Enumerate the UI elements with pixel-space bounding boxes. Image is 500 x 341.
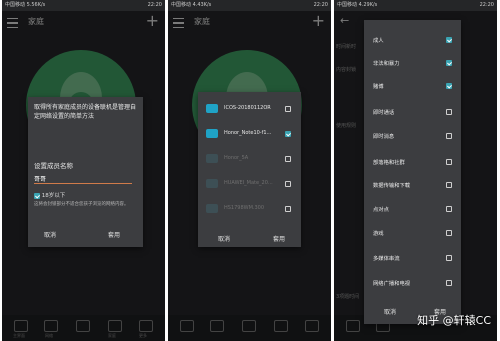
category-row[interactable]: 点对点 — [373, 203, 457, 215]
category-name: 网络广播和电视 — [373, 281, 411, 287]
device-name: HUAWEI_Mate_20... — [224, 180, 273, 186]
cancel-button[interactable]: 取消 — [44, 230, 56, 239]
status-carrier: 中国移动 5.56K/s — [5, 2, 46, 8]
screen-select-devices: 中国移动 4.43K/s 22:20 家庭 + ICOS-20180112OR … — [168, 0, 331, 341]
category-row[interactable]: 部落格和社群 — [373, 156, 457, 168]
category-name: 赌博 — [373, 84, 384, 90]
category-name: 点对点 — [373, 207, 389, 213]
status-time: 22:20 — [479, 2, 494, 8]
category-row[interactable]: 即时通话 — [373, 106, 457, 118]
name-label: 设置成员名称 — [34, 162, 73, 170]
cancel-button[interactable]: 取消 — [218, 234, 230, 243]
status-bar: 中国移动 4.29K/s 22:20 — [334, 0, 497, 11]
device-icon — [206, 179, 218, 188]
category-name: 部落格和社群 — [373, 160, 405, 166]
category-row[interactable]: 即时消息 — [373, 130, 457, 142]
category-name: 数据传输和下载 — [373, 183, 411, 189]
category-name: 即时通话 — [373, 110, 395, 116]
category-select-dialog: 成人 非法和暴力 赌博 即时通话 即时消息 部落格和社群 数据传输和下载 点对点… — [364, 20, 461, 324]
dialog-note: 这将会封锁部分不适合您孩子浏览的网络内容。 — [34, 202, 129, 207]
checkbox-icon[interactable] — [446, 280, 452, 286]
checkbox-icon[interactable] — [285, 156, 291, 162]
checkbox-icon[interactable] — [446, 159, 452, 165]
device-icon — [206, 204, 218, 213]
device-row[interactable]: HUAWEI_Mate_20... — [204, 175, 295, 193]
status-time: 22:20 — [313, 2, 328, 8]
watermark: 知乎 @轩辕CC — [417, 314, 491, 327]
device-row[interactable]: Honor_Note10-f1... — [204, 125, 295, 143]
device-row[interactable]: HS1798WM.300 — [204, 200, 295, 218]
category-name: 即时消息 — [373, 134, 395, 140]
checkbox-icon[interactable] — [446, 255, 452, 261]
cancel-button[interactable]: 取消 — [384, 307, 396, 316]
status-carrier: 中国移动 4.43K/s — [171, 2, 212, 8]
checkbox-icon[interactable] — [446, 206, 452, 212]
device-name: ICOS-20180112OR — [224, 105, 271, 111]
category-row[interactable]: 数据传输和下载 — [373, 179, 457, 191]
screen-add-member: 中国移动 5.56K/s 22:20 家庭 + 主界面 网络 家庭 更多 取得所… — [2, 0, 165, 341]
category-row[interactable]: 赌博 — [373, 80, 457, 92]
checkbox-icon[interactable] — [446, 182, 452, 188]
status-bar: 中国移动 5.56K/s 22:20 — [2, 0, 165, 11]
checkbox-checked-icon[interactable] — [285, 131, 291, 137]
device-icon — [206, 154, 218, 163]
checkbox-icon[interactable] — [446, 133, 452, 139]
screen-content-block: 中国移动 4.29K/s 22:20 ← 时间新时 内容封锁 使用规则 3项题时… — [334, 0, 497, 341]
category-name: 成人 — [373, 38, 384, 44]
apply-button[interactable]: 套用 — [108, 230, 120, 239]
device-icon — [206, 129, 218, 138]
device-name: HS1798WM.300 — [224, 205, 265, 211]
category-row[interactable]: 多媒体串流 — [373, 252, 457, 264]
checkbox-checked-icon[interactable] — [446, 60, 452, 66]
dialog-description: 取得所有家庭成员的设备联机是管理自定网络设置的简单方法 — [34, 104, 137, 120]
status-bar: 中国移动 4.43K/s 22:20 — [168, 0, 331, 11]
checkbox-icon[interactable] — [446, 109, 452, 115]
checkbox-label: 18岁以下 — [41, 193, 66, 199]
device-name: Honor_Note10-f1... — [224, 130, 272, 136]
checkbox-checked-icon[interactable] — [446, 37, 452, 43]
status-time: 22:20 — [147, 2, 162, 8]
device-select-dialog: ICOS-20180112OR Honor_Note10-f1... Honor… — [198, 92, 301, 247]
category-row[interactable]: 成人 — [373, 34, 457, 46]
checkbox-icon[interactable] — [285, 206, 291, 212]
device-name: Honor_5A — [224, 155, 249, 161]
add-member-dialog: 取得所有家庭成员的设备联机是管理自定网络设置的简单方法 设置成员名称 哥哥 18… — [28, 97, 143, 247]
category-row[interactable]: 非法和暴力 — [373, 57, 457, 69]
device-icon — [206, 104, 218, 113]
checkbox-icon[interactable] — [285, 106, 291, 112]
category-name: 非法和暴力 — [373, 61, 400, 67]
status-carrier: 中国移动 4.29K/s — [337, 2, 378, 8]
category-name: 多媒体串流 — [373, 256, 400, 262]
checkbox-icon[interactable] — [285, 181, 291, 187]
device-row[interactable]: ICOS-20180112OR — [204, 100, 295, 118]
under-18-checkbox[interactable]: 18岁以下 — [34, 191, 65, 199]
checkbox-icon[interactable] — [446, 230, 452, 236]
member-name-input[interactable]: 哥哥 — [34, 174, 132, 184]
checkbox-checked-icon[interactable] — [446, 83, 452, 89]
apply-button[interactable]: 套用 — [273, 234, 285, 243]
category-row[interactable]: 网络广播和电视 — [373, 277, 457, 289]
checkbox-checked-icon[interactable] — [34, 192, 40, 199]
device-row[interactable]: Honor_5A — [204, 150, 295, 168]
category-row[interactable]: 游戏 — [373, 227, 457, 239]
category-name: 游戏 — [373, 231, 384, 237]
